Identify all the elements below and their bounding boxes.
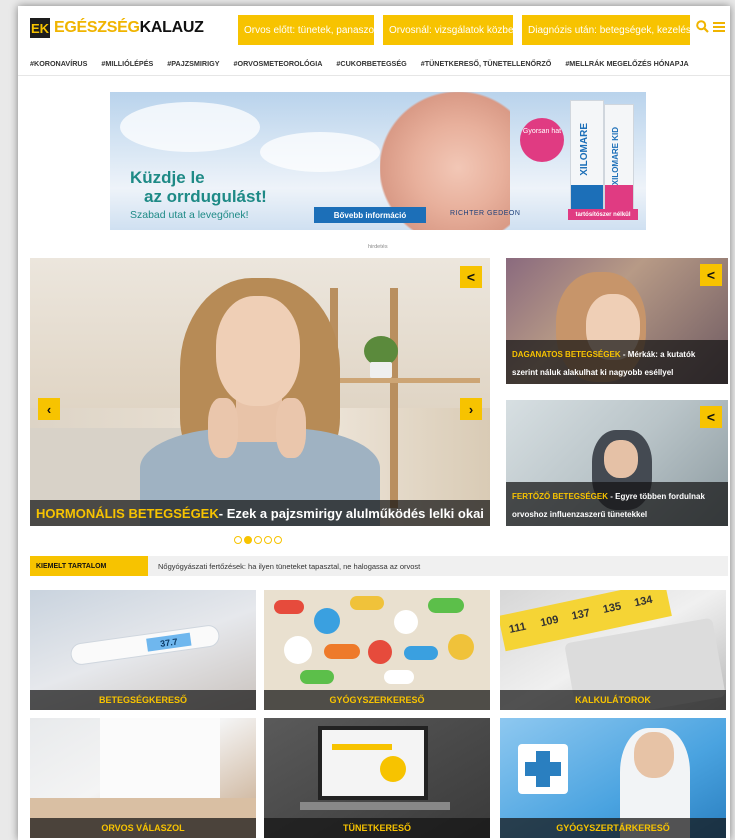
site-header: EK EGÉSZSÉGKALAUZ Orvos előtt: tünetek, … (18, 6, 730, 52)
tile-label: TÜNETKERESŐ (264, 818, 490, 838)
pill-shape (404, 646, 438, 660)
cloud-shape (120, 102, 260, 152)
nav-at-doctor-button[interactable]: Orvosnál: vizsgálatok közben▼ (383, 15, 531, 45)
side-article-card[interactable]: < DAGANATOS BETEGSÉGEK - Mérkák: a kutat… (506, 258, 728, 384)
carousel-prev-button[interactable]: ‹ (38, 398, 60, 420)
hero-shelf (390, 288, 398, 508)
pill-shape (324, 644, 360, 659)
ad-brand: RICHTER GEDEON (450, 210, 521, 217)
tile-label: BETEGSÉGKERESŐ (30, 690, 256, 710)
ad-title: Küzdje le az orrdugulást! (130, 168, 267, 206)
tag-link[interactable]: #MILLIÓLÉPÉS (101, 59, 153, 68)
ad-note: hirdetés (368, 244, 388, 250)
pill-shape (274, 600, 304, 614)
side-category: FERTŐZŐ BETEGSÉGEK (512, 492, 609, 501)
ad-subtitle: Szabad utat a levegőnek! (130, 209, 249, 221)
carousel-dot[interactable] (274, 536, 282, 544)
nav-before-doctor-button[interactable]: Orvos előtt: tünetek, panaszok▼ (238, 15, 391, 45)
tile-label: ORVOS VÁLASZOL (30, 818, 256, 838)
pill-shape (368, 640, 392, 664)
logo-mark-icon: EK (30, 18, 50, 38)
share-icon[interactable]: < (460, 266, 482, 288)
hero-category: HORMONÁLIS BETEGSÉGEK (36, 505, 219, 521)
pill-shape (350, 596, 384, 610)
tile-symptom-search[interactable]: TÜNETKERESŐ (264, 718, 490, 838)
share-icon[interactable]: < (700, 264, 722, 286)
search-person-icon (380, 756, 406, 782)
menu-icon[interactable] (713, 20, 725, 36)
pill-shape (384, 670, 414, 684)
tile-label: GYÓGYSZERKERESŐ (264, 690, 490, 710)
tag-link[interactable]: #KORONAVÍRUS (30, 59, 87, 68)
tag-link[interactable]: #MELLRÁK MEGELŐZÉS HÓNAPJA (565, 59, 688, 68)
tile-drug-search[interactable]: GYÓGYSZERKERESŐ (264, 590, 490, 710)
pill-shape (284, 636, 312, 664)
hero-person-face (216, 296, 300, 406)
carousel-dot-active[interactable] (244, 536, 252, 544)
share-icon[interactable]: < (700, 406, 722, 428)
product-box: XILOMARE (570, 100, 604, 212)
hero-pot (370, 362, 392, 378)
side-image-face (604, 440, 638, 478)
tile-calculators[interactable]: 111 109 137 135 134 KALKULÁTOROK (500, 590, 726, 710)
tag-link[interactable]: #PAJZSMIRIGY (167, 59, 219, 68)
featured-label: KIEMELT TARTALOM (30, 556, 148, 576)
carousel-dots (234, 536, 282, 544)
laptop-base (300, 802, 450, 810)
hero-slide[interactable]: < ‹ › HORMONÁLIS BETEGSÉGEK - Ezek a paj… (30, 258, 490, 526)
hero-caption[interactable]: HORMONÁLIS BETEGSÉGEK - Ezek a pajzsmiri… (30, 500, 490, 526)
tile-label: KALKULÁTOROK (500, 690, 726, 710)
tag-bar: #KORONAVÍRUS #MILLIÓLÉPÉS #PAJZSMIRIGY #… (18, 52, 730, 76)
nav-after-diagnosis-button[interactable]: Diagnózis után: betegségek, kezelések ▼ (522, 15, 713, 45)
carousel-dot[interactable] (264, 536, 272, 544)
featured-bar: KIEMELT TARTALOM Nőgyógyászati fertőzése… (30, 556, 728, 576)
pill-shape (314, 608, 340, 634)
hero-person-hand (276, 398, 306, 458)
cloud-shape (260, 132, 380, 172)
page: EK EGÉSZSÉGKALAUZ Orvos előtt: tünetek, … (18, 6, 730, 840)
search-icon[interactable] (696, 20, 709, 36)
ad-pill-label: tartósítószer nélkül (568, 209, 638, 220)
tile-disease-search[interactable]: 37.7 BETEGSÉGKERESŐ (30, 590, 256, 710)
ad-banner[interactable]: Küzdje le az orrdugulást! Szabad utat a … (110, 92, 646, 230)
pill-shape (300, 670, 334, 684)
tag-link[interactable]: #CUKORBETEGSÉG (336, 59, 406, 68)
carousel-dot[interactable] (234, 536, 242, 544)
hero-shelf (330, 378, 480, 383)
carousel-next-button[interactable]: › (460, 398, 482, 420)
ad-more-info-button[interactable]: Bővebb információ (314, 207, 426, 223)
tile-label: GYÓGYSZERTÁRKERESŐ (500, 818, 726, 838)
pill-shape (394, 610, 418, 634)
hero-title: - Ezek a pajzsmirigy alulműködés lelki o… (218, 505, 484, 521)
side-category: DAGANATOS BETEGSÉGEK (512, 350, 621, 359)
featured-link[interactable]: Nőgyógyászati fertőzések: ha ilyen tünet… (148, 562, 420, 571)
site-logo[interactable]: EK EGÉSZSÉGKALAUZ (30, 16, 204, 40)
side-caption: FERTŐZŐ BETEGSÉGEK - Egyre többen fordul… (506, 482, 728, 526)
tag-link[interactable]: #ORVOSMETEOROLÓGIA (233, 59, 322, 68)
tag-link[interactable]: #TÜNETKERESŐ, TÜNETELLENŐRZŐ (421, 59, 552, 68)
side-caption: DAGANATOS BETEGSÉGEK - Mérkák: a kutatók… (506, 340, 728, 384)
logo-text: EGÉSZSÉGKALAUZ (54, 19, 204, 36)
side-article-card[interactable]: < FERTŐZŐ BETEGSÉGEK - Egyre többen ford… (506, 400, 728, 526)
carousel-dot[interactable] (254, 536, 262, 544)
tile-doctor-answers[interactable]: ORVOS VÁLASZOL (30, 718, 256, 838)
thermometer-image: 37.7 (69, 623, 221, 667)
hero-person-hand (208, 398, 238, 458)
product-box-kid: XILOMARE KID (604, 104, 634, 212)
cross-horizontal (525, 762, 561, 776)
tile-pharmacy-search[interactable]: GYÓGYSZERTÁRKERESŐ (500, 718, 726, 838)
doctor-face (634, 732, 674, 778)
ad-badge: Gyorsan hat (520, 118, 564, 162)
pill-shape (428, 598, 464, 613)
laptop-image (318, 726, 428, 800)
pill-shape (448, 634, 474, 660)
